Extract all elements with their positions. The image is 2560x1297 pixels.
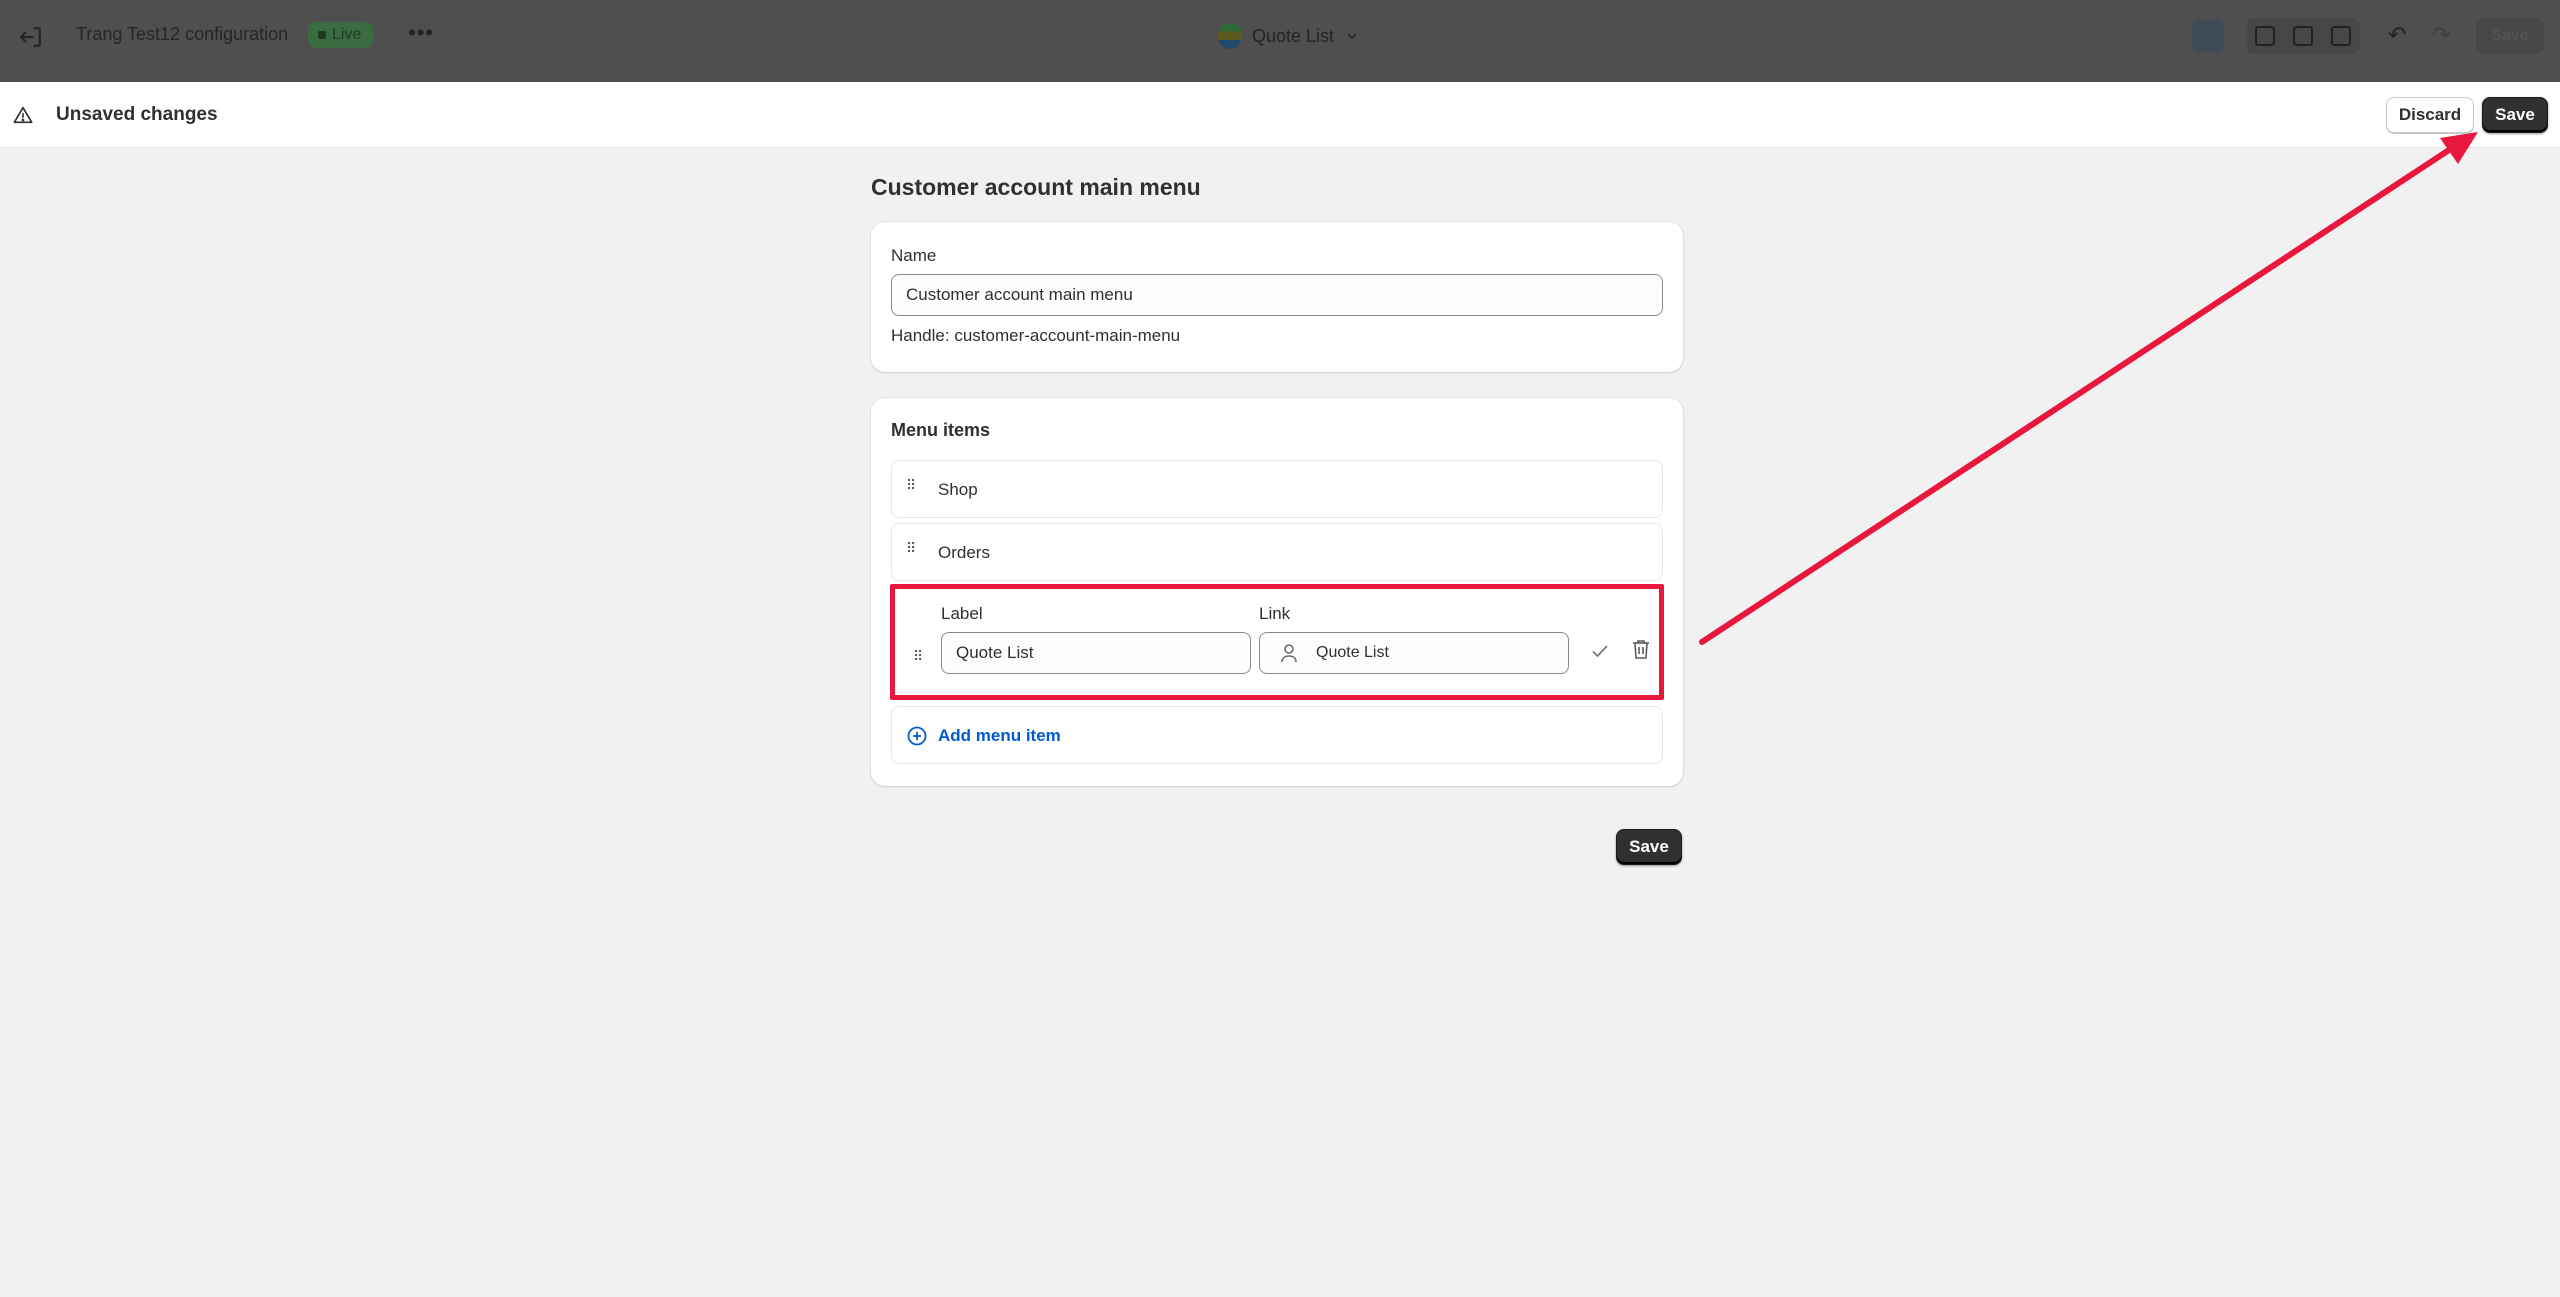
- page-title: Customer account main menu: [871, 174, 1201, 200]
- bottom-save-button[interactable]: Save: [1616, 829, 1682, 865]
- viewport-switcher: [2246, 18, 2360, 54]
- inspector-tools: [2192, 20, 2224, 52]
- mobile-view-icon[interactable]: [2293, 26, 2313, 46]
- add-menu-item-link[interactable]: Add menu item: [938, 726, 1061, 746]
- menu-item-shop[interactable]: ⠿ Shop: [891, 460, 1663, 518]
- add-circle-icon: [907, 726, 927, 746]
- topbar-save-button[interactable]: Save: [2476, 18, 2544, 54]
- menu-item-label: Shop: [938, 480, 978, 499]
- name-label: Name: [891, 246, 937, 265]
- page-selector-label: Quote List: [1252, 25, 1335, 46]
- add-menu-item-row[interactable]: Add menu item: [891, 706, 1663, 764]
- inspector-icon[interactable]: [2192, 20, 2224, 52]
- annotation-highlight-box: [890, 584, 1664, 700]
- drag-handle-icon[interactable]: ⠿: [906, 541, 918, 560]
- fullscreen-view-icon[interactable]: [2331, 26, 2351, 46]
- store-title: Trang Test12 configuration: [76, 24, 289, 44]
- redo-icon[interactable]: ↷: [2432, 22, 2456, 47]
- drag-handle-icon[interactable]: ⠿: [906, 478, 918, 497]
- handle-text: Handle: customer-account-main-menu: [891, 326, 1181, 345]
- menu-items-heading: Menu items: [891, 420, 991, 440]
- undo-icon[interactable]: ↶: [2388, 22, 2412, 47]
- unsaved-changes-bar: Unsaved changes Discard Save: [0, 82, 2560, 148]
- discard-button[interactable]: Discard: [2386, 97, 2474, 133]
- chevron-down-icon: [1347, 33, 1357, 40]
- desktop-view-icon[interactable]: [2255, 26, 2275, 46]
- exit-icon[interactable]: [16, 22, 46, 52]
- menu-item-orders[interactable]: ⠿ Orders: [891, 523, 1663, 581]
- unsaved-changes-title: Unsaved changes: [56, 104, 218, 125]
- editor-topbar: Trang Test12 configuration Live ••• Quot…: [0, 0, 2560, 82]
- app-logo-icon: [1218, 23, 1242, 49]
- warning-icon: [13, 106, 33, 124]
- menu-name-card: Name Customer account main menu Handle: …: [871, 222, 1683, 372]
- menu-item-label: Orders: [938, 543, 990, 562]
- more-actions-button[interactable]: •••: [408, 20, 434, 46]
- save-button[interactable]: Save: [2482, 97, 2548, 133]
- status-badge: Live: [308, 22, 374, 48]
- name-field[interactable]: Customer account main menu: [891, 274, 1663, 316]
- page-selector[interactable]: Quote List: [1218, 20, 1360, 52]
